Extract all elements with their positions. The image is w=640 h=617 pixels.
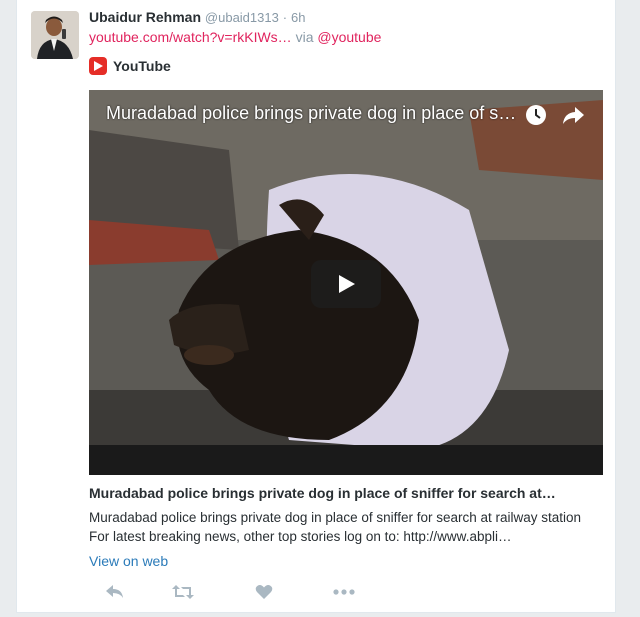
author-avatar[interactable] [31,11,79,59]
provider-name: YouTube [113,58,171,74]
tweet-timestamp[interactable]: 6h [291,10,305,25]
view-on-web-link[interactable]: View on web [89,553,168,569]
tweet-card: Ubaidur Rehman @ubaid1313 · 6h youtube.c… [16,0,616,613]
author-name[interactable]: Ubaidur Rehman [89,9,201,25]
more-button[interactable] [333,582,355,602]
video-title[interactable]: Muradabad police brings private dog in p… [106,103,526,124]
like-button[interactable] [255,582,273,602]
retweet-button[interactable] [171,582,195,602]
reply-button[interactable] [105,582,125,602]
author-handle[interactable]: @ubaid1313 [205,10,279,25]
like-icon [255,585,273,599]
tweet-link[interactable]: youtube.com/watch?v=rkKIWs… [89,29,292,45]
tweet-header: Ubaidur Rehman @ubaid1313 · 6h [89,9,305,25]
video-player[interactable]: Muradabad police brings private dog in p… [89,90,603,475]
play-button[interactable] [311,260,381,308]
youtube-icon [89,57,107,75]
avatar-image [31,11,79,59]
card-provider[interactable]: YouTube [89,57,171,75]
retweet-icon [172,585,194,599]
separator-dot: · [282,10,288,25]
card-description: Muradabad police brings private dog in p… [89,510,582,544]
via-label: via [295,29,314,45]
more-icon [333,589,355,595]
reply-icon [106,585,123,598]
tweet-text: youtube.com/watch?v=rkKIWs… via @youtube [89,29,381,45]
via-handle-link[interactable]: @youtube [317,29,381,45]
tweet-actions [89,582,489,604]
share-icon[interactable] [561,104,585,126]
watch-later-icon[interactable] [525,104,547,126]
card-title[interactable]: Muradabad police brings private dog in p… [89,485,603,501]
